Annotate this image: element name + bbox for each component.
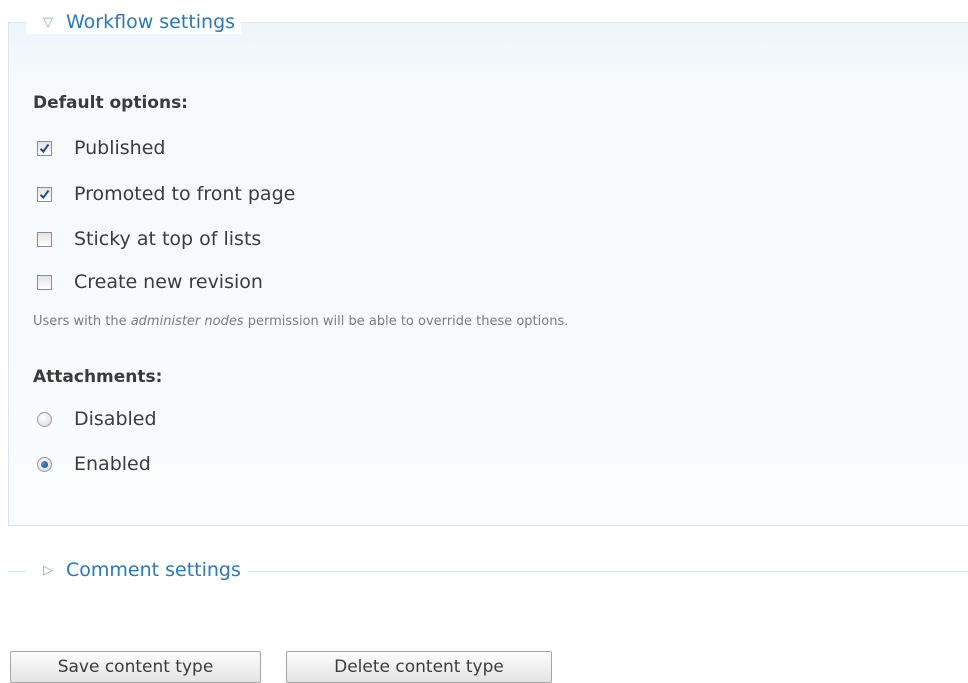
radio-label: Disabled bbox=[74, 408, 157, 430]
published-checkbox[interactable] bbox=[37, 140, 52, 156]
radio-selected-dot bbox=[41, 460, 48, 468]
options-description: Users with the administer nodes permissi… bbox=[33, 314, 568, 329]
description-prefix: Users with the bbox=[33, 314, 131, 329]
option-label: Sticky at top of lists bbox=[74, 228, 262, 250]
revision-checkbox[interactable] bbox=[37, 274, 52, 290]
radio-label: Enabled bbox=[74, 453, 151, 475]
option-revision[interactable]: Create new revision bbox=[37, 269, 263, 295]
save-content-type-button[interactable]: Save content type bbox=[10, 651, 261, 683]
option-published[interactable]: Published bbox=[37, 135, 165, 161]
comment-settings-legend[interactable]: ▷ Comment settings bbox=[26, 558, 247, 582]
option-label: Published bbox=[74, 137, 166, 159]
workflow-settings-link[interactable]: Workflow settings bbox=[66, 11, 235, 33]
description-permission: administer nodes bbox=[130, 314, 244, 329]
triangle-down-icon[interactable]: ▽ bbox=[30, 15, 66, 30]
check-icon bbox=[39, 189, 50, 199]
attachments-enabled[interactable]: Enabled bbox=[37, 451, 151, 477]
disabled-radio[interactable] bbox=[37, 411, 52, 427]
attachments-disabled[interactable]: Disabled bbox=[37, 406, 157, 432]
option-label: Promoted to front page bbox=[74, 183, 296, 205]
sticky-checkbox[interactable] bbox=[37, 231, 52, 247]
check-icon bbox=[39, 143, 50, 153]
option-promoted[interactable]: Promoted to front page bbox=[37, 181, 295, 207]
default-options-title: Default options: bbox=[33, 93, 188, 113]
delete-content-type-button[interactable]: Delete content type bbox=[286, 651, 552, 683]
option-label: Create new revision bbox=[74, 271, 263, 293]
enabled-radio[interactable] bbox=[37, 456, 52, 472]
comment-settings-link[interactable]: Comment settings bbox=[66, 559, 241, 581]
promoted-checkbox[interactable] bbox=[37, 186, 52, 202]
workflow-settings-legend[interactable]: ▽ Workflow settings bbox=[26, 10, 242, 34]
triangle-right-icon[interactable]: ▷ bbox=[30, 563, 66, 578]
attachments-title: Attachments: bbox=[33, 367, 163, 387]
option-sticky[interactable]: Sticky at top of lists bbox=[37, 226, 261, 252]
description-suffix: permission will be able to override thes… bbox=[243, 314, 569, 329]
